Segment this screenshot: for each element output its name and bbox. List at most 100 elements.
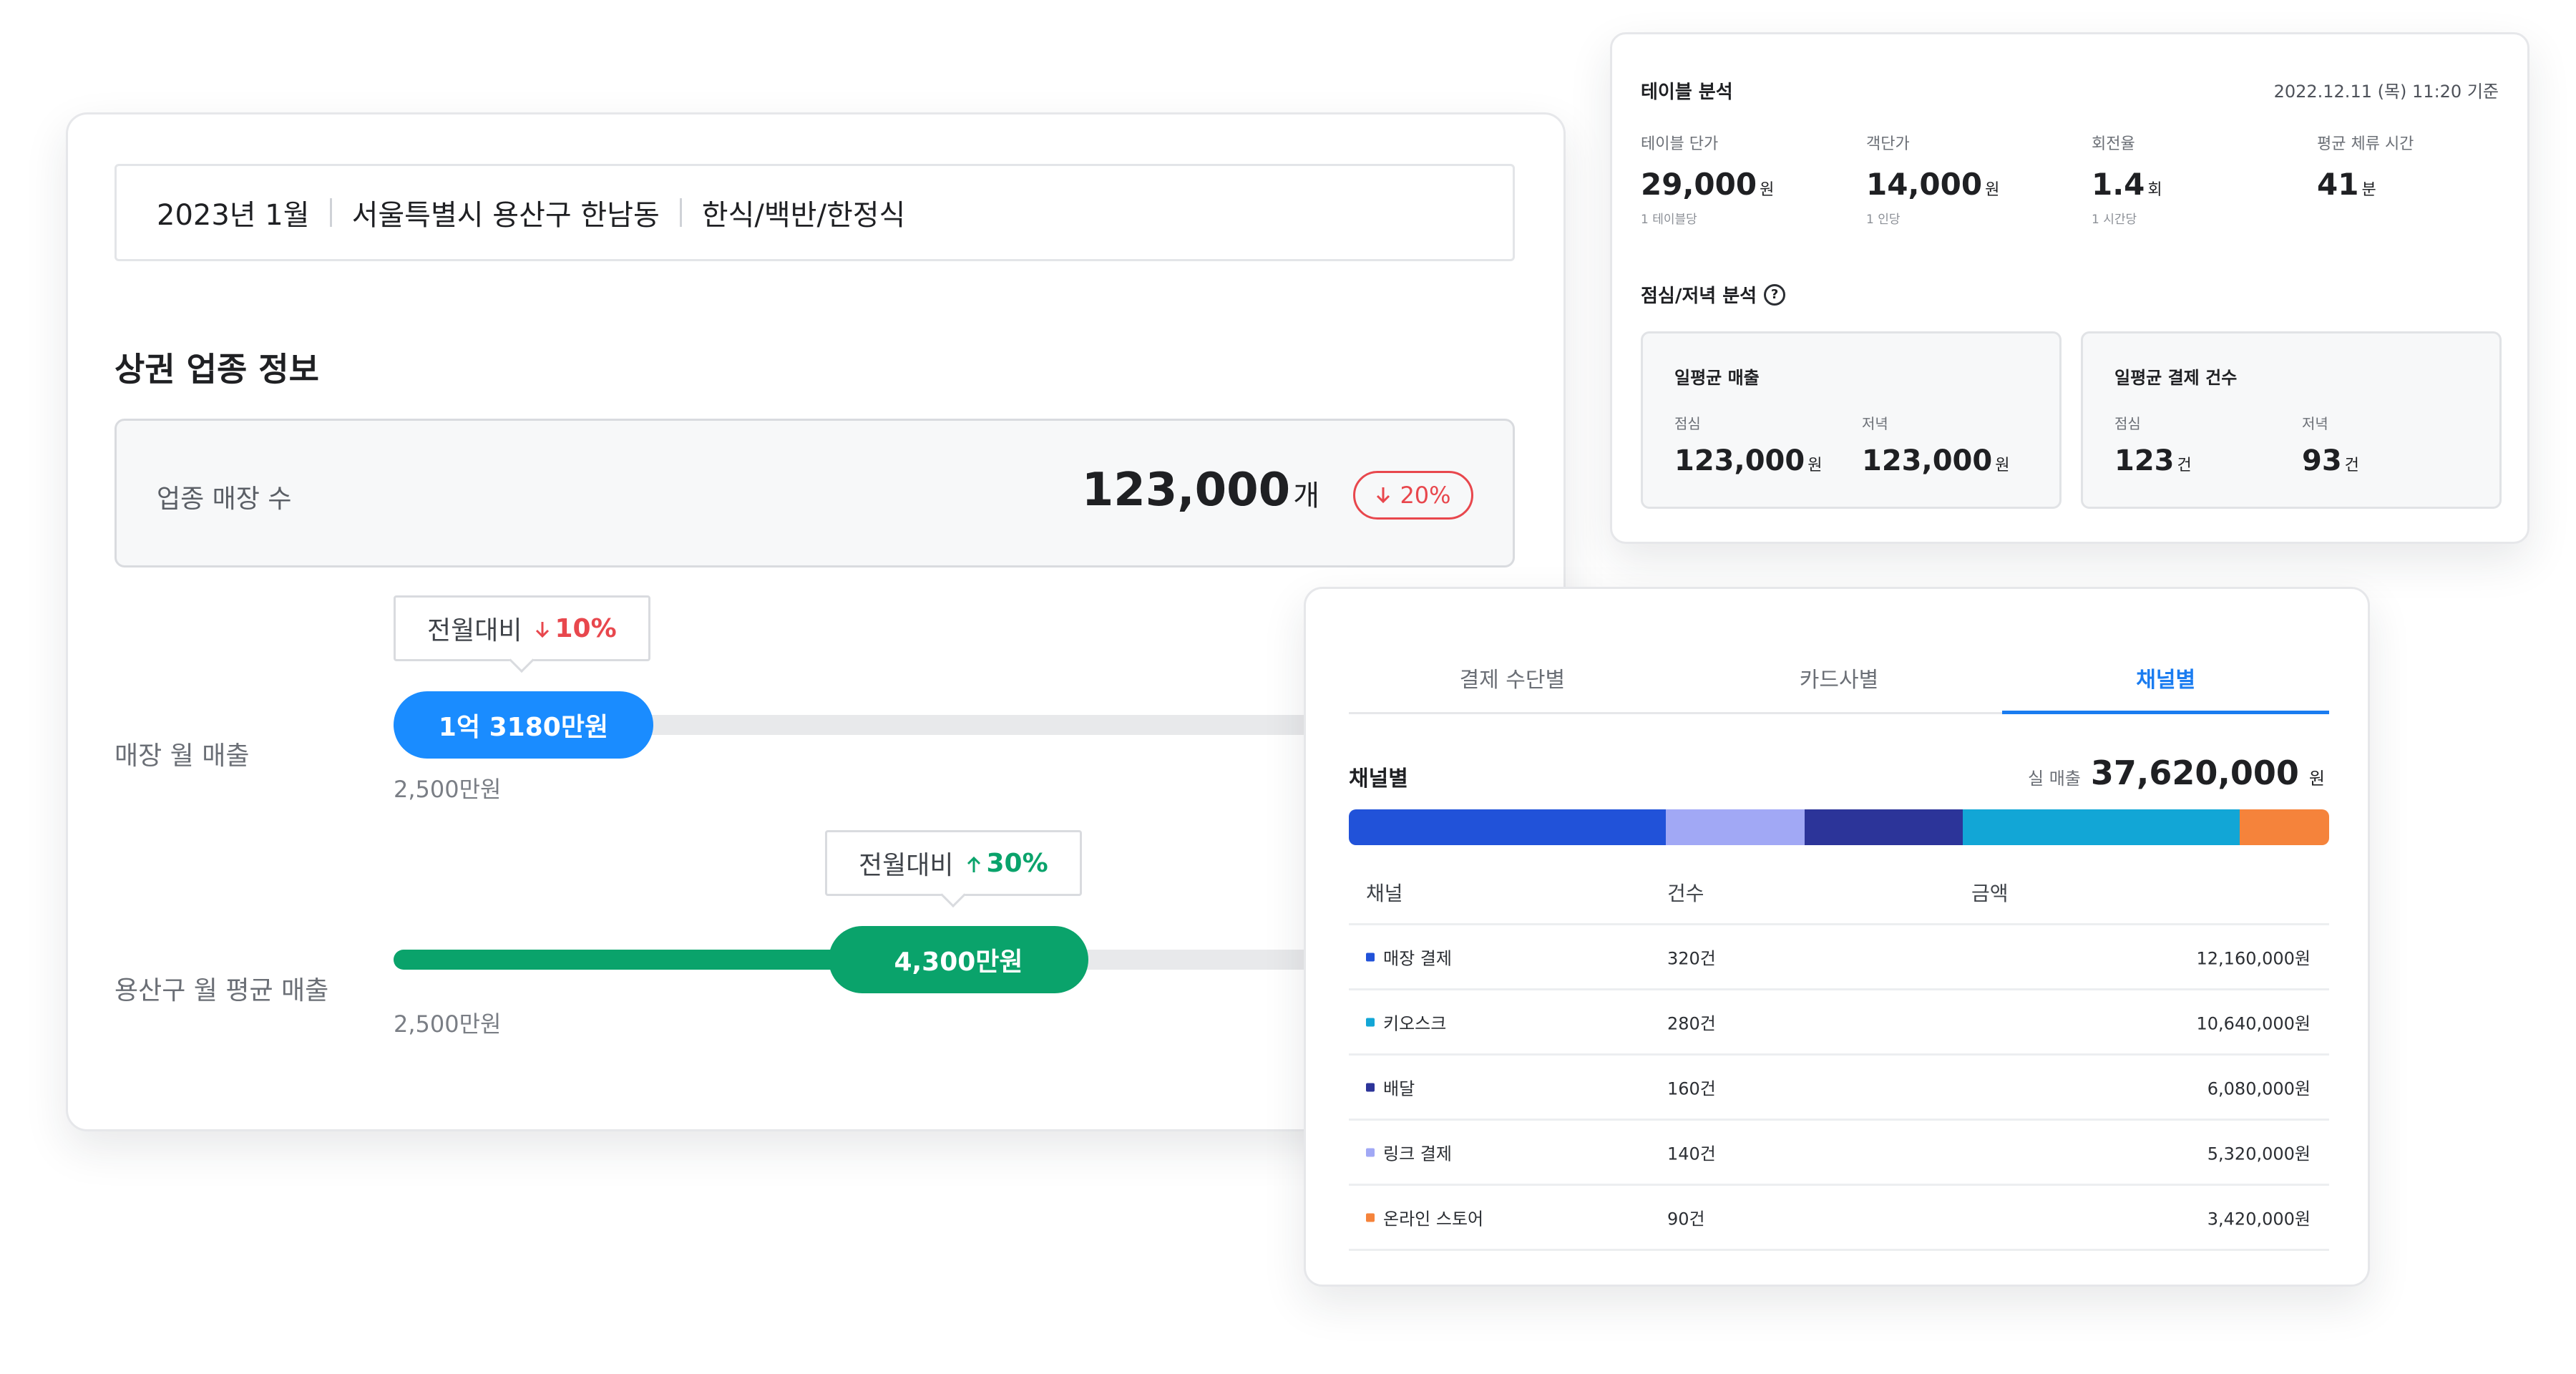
bar-segment bbox=[2240, 809, 2329, 845]
kpi-per-person: 객단가 14,000 원 1 인당 bbox=[1866, 131, 1999, 227]
table-row: 매장 결제 320건 12,160,000원 bbox=[1349, 925, 2329, 990]
net-sales-unit: 원 bbox=[2308, 769, 2325, 789]
change-badge: 20% bbox=[1353, 471, 1473, 520]
store-count-unit: 개 bbox=[1293, 479, 1319, 512]
channel-name: 링크 결제 bbox=[1383, 1144, 1452, 1164]
store-sales-pill: 1억 3180만원 bbox=[394, 691, 653, 759]
legend-dot bbox=[1366, 1018, 1375, 1026]
table-row: 온라인 스토어 90건 3,420,000원 bbox=[1349, 1186, 2329, 1251]
bar-segment bbox=[1962, 809, 2240, 845]
box-title: 일평균 매출 bbox=[1674, 368, 1760, 388]
amount-cell: 5,320,000원 bbox=[2207, 1144, 2311, 1164]
legend-dot bbox=[1366, 1213, 1375, 1222]
amount-cell: 3,420,000원 bbox=[2207, 1209, 2311, 1229]
amount-cell: 10,640,000원 bbox=[2196, 1013, 2311, 1034]
channel-sales-card: 결제 수단별 카드사별 채널별 채널별 실 매출 37,620,000 원 채널… bbox=[1304, 587, 2370, 1287]
daily-payments-box: 일평균 결제 건수 점심 123 건 저녁 93 건 bbox=[2081, 331, 2502, 509]
store-count-number: 123,000 bbox=[1081, 464, 1291, 517]
count-cell: 140건 bbox=[1667, 1144, 1716, 1164]
daily-sales-box: 일평균 매출 점심 123,000 원 저녁 123,000 원 bbox=[1641, 331, 2062, 509]
kpi-label: 평균 체류 시간 bbox=[2317, 135, 2414, 153]
net-sales-total: 실 매출 37,620,000 원 bbox=[2028, 754, 2325, 792]
tab-payment-method[interactable]: 결제 수단별 bbox=[1349, 643, 1676, 712]
filter-date[interactable]: 2023년 1월 bbox=[157, 192, 310, 233]
district-sales-min: 2,500만원 bbox=[394, 1010, 502, 1038]
bar-segment bbox=[1665, 809, 1805, 845]
table-row: 배달 160건 6,080,000원 bbox=[1349, 1056, 2329, 1121]
divider bbox=[329, 198, 332, 227]
arrow-down-icon bbox=[536, 621, 550, 638]
store-sales-label: 매장 월 매출 bbox=[114, 741, 250, 771]
channel-name: 키오스크 bbox=[1383, 1013, 1447, 1034]
box-title: 일평균 결제 건수 bbox=[2114, 368, 2238, 388]
kpi-turnover: 회전율 1.4 회 1 시간당 bbox=[2092, 131, 2162, 227]
channel-stacked-bar bbox=[1349, 809, 2329, 845]
tab-card-company[interactable]: 카드사별 bbox=[1676, 643, 2003, 712]
store-sales-min: 2,500만원 bbox=[394, 776, 502, 803]
legend-dot bbox=[1366, 1083, 1375, 1091]
filter-bar[interactable]: 2023년 1월 서울특별시 용산구 한남동 한식/백반/한정식 bbox=[114, 164, 1515, 261]
kpi-value: 41 분 bbox=[2317, 167, 2376, 202]
timestamp: 2022.12.11 (목) 11:20 기준 bbox=[2273, 82, 2499, 102]
district-sales-label: 용산구 월 평균 매출 bbox=[114, 976, 329, 1005]
kpi-label: 객단가 bbox=[1866, 135, 1910, 153]
store-sales-compare-tooltip: 전월대비 10% bbox=[394, 595, 650, 661]
change-value: 20% bbox=[1400, 482, 1451, 509]
column-header: 금액 bbox=[1971, 881, 2009, 905]
kpi-sub: 1 테이블당 bbox=[1641, 213, 1697, 227]
compare-label: 전월대비 bbox=[427, 616, 522, 645]
divider bbox=[679, 198, 682, 227]
channel-name-cell: 온라인 스토어 bbox=[1366, 1205, 1483, 1230]
channel-name-cell: 매장 결제 bbox=[1366, 945, 1452, 970]
table-row: 키오스크 280건 10,640,000원 bbox=[1349, 990, 2329, 1056]
count-cell: 90건 bbox=[1667, 1209, 1705, 1229]
kpi-sub: 1 시간당 bbox=[2092, 213, 2137, 227]
store-count-value: 123,000 개 bbox=[1082, 464, 1319, 517]
table-analysis-card: 테이블 분석 2022.12.11 (목) 11:20 기준 테이블 단가 29… bbox=[1610, 32, 2529, 544]
lunch-dinner-title: 점심/저녁 분석 ? bbox=[1641, 281, 1786, 308]
bar-segment bbox=[1349, 809, 1666, 845]
channel-name-cell: 키오스크 bbox=[1366, 1010, 1446, 1035]
table-header: 채널 건수 금액 bbox=[1349, 861, 2329, 925]
bar-segment bbox=[1804, 809, 1963, 845]
store-count-label: 업종 매장 수 bbox=[157, 484, 292, 514]
dinner-col: 저녁 93 건 bbox=[2302, 415, 2359, 477]
table-analysis-title: 테이블 분석 bbox=[1641, 82, 1733, 103]
compare-label: 전월대비 bbox=[859, 851, 954, 880]
amount-cell: 12,160,000원 bbox=[2196, 948, 2311, 969]
arrow-up-icon bbox=[967, 856, 981, 872]
district-sales-fill bbox=[394, 950, 894, 970]
net-sales-value: 37,620,000 bbox=[2090, 754, 2299, 792]
channel-name: 배달 bbox=[1383, 1078, 1415, 1099]
amount-cell: 6,080,000원 bbox=[2207, 1078, 2311, 1099]
compare-value: 30% bbox=[966, 849, 1048, 878]
kpi-label: 회전율 bbox=[2092, 135, 2135, 153]
kpi-value: 14,000 원 bbox=[1866, 167, 2000, 202]
arrow-down-icon bbox=[1377, 487, 1390, 504]
tab-bar: 결제 수단별 카드사별 채널별 bbox=[1349, 643, 2329, 714]
kpi-value: 29,000 원 bbox=[1641, 167, 1775, 202]
help-icon[interactable]: ? bbox=[1764, 283, 1786, 306]
count-cell: 280건 bbox=[1667, 1013, 1716, 1034]
column-header: 건수 bbox=[1667, 881, 1704, 905]
count-cell: 160건 bbox=[1667, 1078, 1716, 1099]
channel-name-cell: 링크 결제 bbox=[1366, 1140, 1452, 1165]
filter-category[interactable]: 한식/백반/한정식 bbox=[702, 192, 906, 233]
legend-dot bbox=[1366, 1148, 1375, 1156]
column-header: 채널 bbox=[1366, 881, 1403, 905]
lunch-col: 점심 123,000 원 bbox=[1674, 415, 1823, 477]
store-count-panel: 업종 매장 수 123,000 개 20% bbox=[114, 419, 1515, 567]
channel-name: 매장 결제 bbox=[1383, 948, 1452, 969]
district-sales-pill: 4,300만원 bbox=[829, 926, 1088, 993]
tab-channel[interactable]: 채널별 bbox=[2002, 643, 2329, 714]
kpi-table-price: 테이블 단가 29,000 원 1 테이블당 bbox=[1641, 131, 1774, 227]
filter-location[interactable]: 서울특별시 용산구 한남동 bbox=[352, 192, 660, 233]
table-row: 링크 결제 140건 5,320,000원 bbox=[1349, 1121, 2329, 1186]
dinner-col: 저녁 123,000 원 bbox=[1862, 415, 2010, 477]
district-sales-compare-tooltip: 전월대비 30% bbox=[825, 830, 1082, 896]
channel-name: 온라인 스토어 bbox=[1383, 1209, 1484, 1229]
legend-dot bbox=[1366, 952, 1375, 961]
count-cell: 320건 bbox=[1667, 948, 1716, 969]
channel-name-cell: 배달 bbox=[1366, 1075, 1415, 1100]
kpi-sub: 1 인당 bbox=[1866, 213, 1901, 227]
